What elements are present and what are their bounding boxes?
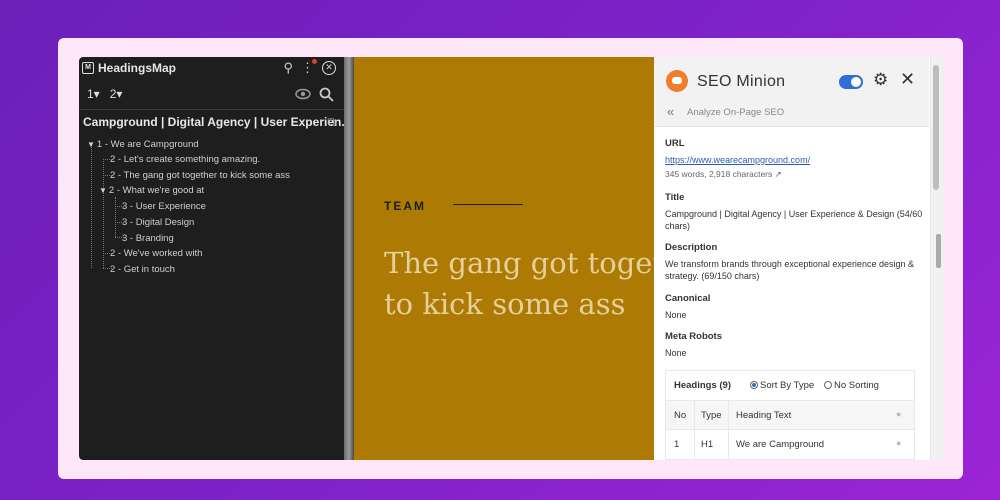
no-sorting-option[interactable]: No Sorting [824, 380, 879, 391]
collapse-icon[interactable]: ▼ [87, 140, 95, 149]
pin-icon[interactable]: ⚲ [283, 61, 293, 75]
tree-item-label: 3 - Branding [122, 233, 174, 244]
row-heading-text: We are Campground [736, 439, 825, 450]
title-value: Campground | Digital Agency | User Exper… [665, 209, 923, 231]
tree-item-label: 2 - What we're good at [108, 185, 205, 196]
browser-screenshot: M HeadingsMap ⚲ ⋮ ✕ 1▾ 2▾ Campground | D… [79, 57, 943, 460]
column-divider [694, 401, 695, 430]
row-no: 1 [674, 439, 680, 450]
canonical-label: Canonical [665, 293, 711, 304]
table-header-row: No Type Heading Text ● [666, 400, 914, 430]
panel-resize-handle[interactable] [344, 57, 354, 460]
level-1-toggle[interactable]: 1▾ [87, 87, 100, 101]
headingsmap-header: M HeadingsMap [79, 61, 176, 75]
url-label: URL [665, 138, 685, 149]
copy-icon[interactable]: ⧉ [327, 115, 336, 130]
description-label: Description [665, 242, 718, 253]
gear-icon[interactable]: ⚙ [873, 70, 888, 90]
website-content: TEAM The gang got together to kick some … [354, 57, 654, 460]
headings-toolbar: Headings (9) Sort By Type No Sorting [666, 371, 914, 399]
meta-robots-value: None [665, 348, 687, 358]
external-link-icon[interactable]: ↗ [775, 169, 782, 179]
tree-item[interactable]: ▼ 1 - We are Campground [87, 139, 199, 150]
tree-item[interactable]: 2 - Get in touch [110, 264, 175, 275]
tree-item[interactable]: 3 - User Experience [122, 201, 206, 212]
sort-by-type-option[interactable]: Sort By Type [750, 380, 814, 391]
level-selector: 1▾ 2▾ [87, 87, 122, 101]
canonical-section: Canonical None [665, 293, 925, 321]
divider [79, 109, 344, 110]
radio-icon[interactable] [824, 381, 832, 389]
canonical-value: None [665, 310, 687, 320]
headingsmap-header-actions: ⚲ ⋮ ✕ [283, 59, 336, 75]
tree-item[interactable]: 2 - Let's create something amazing. [110, 154, 260, 165]
headingsmap-tools [295, 87, 334, 102]
tree-item[interactable]: 3 - Digital Design [122, 217, 194, 228]
document-title: Campground | Digital Agency | User Exper… [83, 115, 352, 129]
tree-item-label: 3 - User Experience [122, 201, 206, 212]
column-divider [728, 401, 729, 430]
column-divider [694, 430, 695, 459]
table-row: 1 H1 We are Campground ● [666, 429, 914, 459]
column-divider [728, 430, 729, 459]
tree-line [91, 144, 92, 268]
column-header-type: Type [701, 410, 722, 421]
headingsmap-logo-icon: M [82, 62, 94, 74]
back-chevron-icon[interactable]: « [667, 104, 674, 119]
eye-icon[interactable] [295, 87, 311, 101]
tree-item-label: 2 - The gang got together to kick some a… [110, 170, 290, 181]
seo-minion-logo-icon [666, 70, 688, 92]
section-headline: The gang got together to kick some ass [384, 246, 654, 321]
seo-minion-header: SEO Minion ⚙ ✕ « Analyze On-Page SEO [654, 57, 929, 127]
column-header-no: No [674, 410, 687, 421]
headings-count: Headings (9) [674, 380, 732, 391]
tree-item[interactable]: 3 - Branding [122, 233, 174, 244]
tree-item-label: 2 - Let's create something amazing. [110, 154, 261, 165]
headingsmap-title: HeadingsMap [98, 61, 177, 75]
headings-table: Headings (9) Sort By Type No Sorting No … [665, 370, 915, 460]
tree-line [115, 197, 116, 237]
notification-dot [312, 59, 317, 64]
row-type: H1 [701, 439, 714, 450]
seo-minion-title: SEO Minion [697, 73, 786, 90]
menu-dots-icon[interactable]: ⋮ [301, 59, 317, 75]
column-header-text: Heading Text [736, 410, 792, 421]
lightbulb-icon[interactable]: ● [896, 409, 901, 419]
close-icon[interactable]: ✕ [322, 61, 336, 75]
back-link[interactable]: Analyze On-Page SEO [687, 107, 784, 118]
seo-minion-panel: SEO Minion ⚙ ✕ « Analyze On-Page SEO URL… [654, 57, 943, 460]
section-label-line [453, 204, 523, 205]
tree-item[interactable]: ▼ 2 - What we're good at [99, 185, 204, 196]
tree-item[interactable]: 2 - We've worked with [110, 248, 202, 259]
sort-by-type-label: Sort By Type [760, 380, 815, 391]
title-label: Title [665, 192, 685, 203]
tree-item-label: 2 - Get in touch [110, 264, 175, 275]
tree-item-label: 3 - Digital Design [122, 217, 195, 228]
section-label: TEAM [384, 199, 426, 213]
no-sorting-label: No Sorting [834, 380, 879, 391]
meta-robots-label: Meta Robots [665, 331, 722, 342]
lightbulb-icon[interactable]: ● [896, 438, 901, 448]
enable-toggle[interactable] [839, 75, 863, 89]
scrollbar-thumb[interactable] [933, 65, 939, 190]
level-2-toggle[interactable]: 2▾ [110, 87, 123, 101]
radio-selected-icon[interactable] [750, 381, 758, 389]
meta-robots-section: Meta Robots None [665, 331, 925, 359]
scrollbar-thumb-secondary[interactable] [936, 234, 941, 268]
url-meta-text: 345 words, 2,918 characters [665, 169, 773, 179]
close-icon[interactable]: ✕ [900, 69, 915, 90]
tree-item-label: 1 - We are Campground [96, 139, 199, 150]
tree-item-label: 2 - We've worked with [110, 248, 203, 259]
url-meta: 345 words, 2,918 characters ↗ [665, 168, 925, 180]
collapse-icon[interactable]: ▼ [99, 186, 107, 195]
search-icon[interactable] [319, 87, 334, 102]
description-value: We transform brands through exceptional … [665, 259, 914, 281]
title-section: Title Campground | Digital Agency | User… [665, 192, 925, 232]
description-section: Description We transform brands through … [665, 242, 925, 282]
tree-item[interactable]: 2 - The gang got together to kick some a… [110, 170, 290, 181]
url-section: URL https://www.wearecampground.com/ 345… [665, 138, 925, 180]
headingsmap-panel: M HeadingsMap ⚲ ⋮ ✕ 1▾ 2▾ Campground | D… [79, 57, 351, 460]
url-link[interactable]: https://www.wearecampground.com/ [665, 154, 925, 166]
